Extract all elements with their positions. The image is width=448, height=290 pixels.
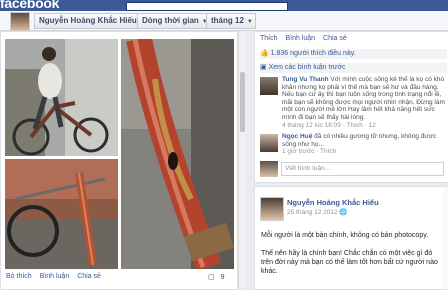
- comment-item: Tung Vu Thanh Với mình cuộc sống kẻ thế …: [282, 76, 447, 132]
- share-link-right[interactable]: Chia sẻ: [323, 35, 347, 42]
- view-previous-label: Xem các bình luận trước: [268, 64, 346, 71]
- comment-meta: 1 giờ trước · Thích: [282, 148, 337, 156]
- author-avatar[interactable]: [260, 197, 284, 221]
- like-link[interactable]: Thích: [260, 35, 278, 42]
- post-photo-bicycle-wheel[interactable]: [5, 159, 118, 269]
- comment-count-value: 9: [220, 274, 225, 281]
- month-dropdown-label: tháng 12: [211, 16, 244, 25]
- write-comment-input[interactable]: Viết bình luận...: [281, 162, 444, 176]
- comment-text: Với mình cuộc sống kẻ thế là kọ có khó k…: [282, 76, 445, 121]
- post-photo-rusty-frame[interactable]: [121, 39, 234, 269]
- view-previous-comments[interactable]: ▣ Xem các bình luận trước: [260, 63, 447, 73]
- globe-icon: 🌐: [339, 209, 348, 216]
- chevron-down-icon: ▼: [246, 19, 253, 25]
- text-post-card: Nguyễn Hoàng Khắc Hiếu 25 tháng 12 2012 …: [254, 186, 448, 290]
- comment-item: Ngọc Huệ đã có nhiều gương tỡ nhưng, khô…: [282, 133, 447, 157]
- comment-count[interactable]: ▢ 9: [208, 273, 231, 281]
- facebook-logo[interactable]: facebook: [0, 0, 59, 11]
- comment-link[interactable]: Bình luận: [40, 273, 70, 280]
- commenter-name[interactable]: Tung Vu Thanh: [282, 76, 329, 83]
- commenter-name[interactable]: Ngọc Huệ: [282, 133, 312, 140]
- comment-bubble-icon: ▢: [208, 274, 215, 281]
- post-photo-boy-bicycle[interactable]: [5, 39, 118, 156]
- commenter-avatar[interactable]: [260, 77, 278, 95]
- comment-bubble-icon: ▣: [260, 64, 267, 71]
- timeline-header-bar: Nguyễn Hoàng Khắc Hiếu Dòng thời gian ▼ t…: [0, 11, 448, 31]
- post-date-value: 25 tháng 12 2012: [287, 209, 338, 216]
- comments-card: Thích Bình luận Chia sẻ 👍 1.836 người th…: [254, 31, 448, 183]
- timeline-dropdown-label: Dòng thời gian: [142, 16, 199, 25]
- comment-meta: 4 tháng 12 lúc 18:09 · Thích · 12: [282, 121, 376, 129]
- photo-post-card: Bỏ thích Bình luận Chia sẻ ▢ 9: [0, 31, 238, 290]
- post-text-line-1: Mỗi người là một bản chính, không có bản…: [261, 232, 429, 239]
- post-date[interactable]: 25 tháng 12 2012 🌐: [287, 208, 348, 216]
- post-actions-right: Thích Bình luận Chia sẻ: [260, 35, 353, 42]
- thumbs-up-icon: 👍: [260, 50, 269, 57]
- month-dropdown[interactable]: tháng 12 ▼: [206, 13, 256, 29]
- share-link[interactable]: Chia sẻ: [77, 273, 101, 280]
- profile-avatar[interactable]: [10, 12, 30, 31]
- unlike-link[interactable]: Bỏ thích: [6, 273, 32, 280]
- likes-text: 1.836 người thích điều này.: [270, 50, 356, 57]
- card-edge: [443, 187, 448, 289]
- post-author-name[interactable]: Nguyễn Hoàng Khắc Hiếu: [287, 198, 379, 207]
- scrollbar[interactable]: [238, 32, 246, 288]
- post-text-line-2: Thế nên hãy là chính bạn! Chắc chắn có m…: [261, 250, 438, 275]
- scrollbar-thumb[interactable]: [240, 72, 245, 132]
- timeline-dropdown[interactable]: Dòng thời gian ▼: [137, 13, 211, 29]
- commenter-avatar[interactable]: [260, 134, 278, 152]
- likes-summary[interactable]: 👍 1.836 người thích điều này.: [260, 49, 447, 59]
- comment-link-right[interactable]: Bình luận: [285, 35, 315, 42]
- search-input[interactable]: [126, 2, 288, 11]
- profile-name-label: Nguyễn Hoàng Khắc Hiếu: [39, 16, 137, 25]
- post-actions: Bỏ thích Bình luận Chia sẻ: [6, 273, 107, 280]
- profile-name-button[interactable]: Nguyễn Hoàng Khắc Hiếu: [34, 13, 142, 29]
- my-avatar: [260, 161, 278, 177]
